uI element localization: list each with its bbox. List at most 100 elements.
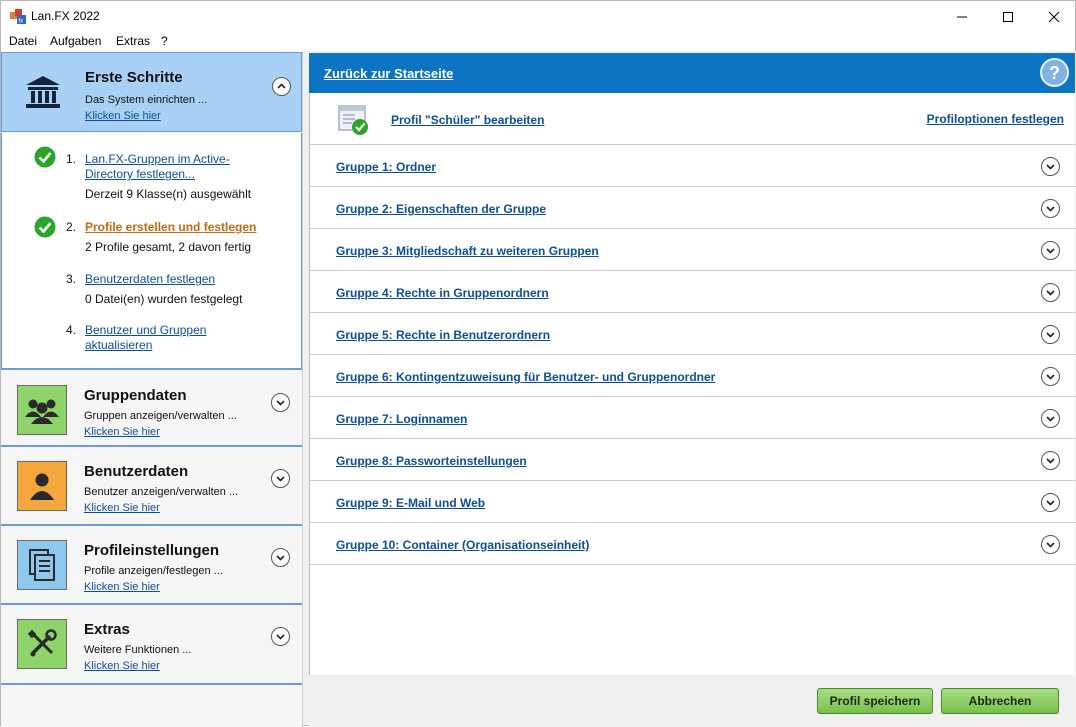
expand-button[interactable] (1041, 451, 1060, 470)
navigation-panel: Erste Schritte Das System einrichten ...… (1, 51, 303, 727)
menu-datei[interactable]: Datei (9, 34, 37, 48)
section-title: Profileinstellungen (84, 542, 220, 559)
profile-document-check-icon (338, 105, 368, 135)
step-link-gruppen-line2[interactable]: Directory festlegen... (85, 167, 195, 182)
expand-button[interactable] (1041, 493, 1060, 512)
expand-button[interactable] (1041, 325, 1060, 344)
group-link[interactable]: Gruppe 10: Container (Organisationseinhe… (336, 538, 589, 552)
profile-row: Profil "Schüler" bearbeiten Profiloption… (310, 93, 1076, 145)
svg-text:fx: fx (19, 19, 24, 25)
menu-aufgaben[interactable]: Aufgaben (50, 34, 101, 48)
group-link[interactable]: Gruppe 9: E-Mail und Web (336, 496, 485, 510)
user-icon (17, 461, 67, 511)
chevron-up-icon (277, 83, 286, 89)
group-link[interactable]: Gruppe 1: Ordner (336, 160, 436, 174)
group-row[interactable]: Gruppe 9: E-Mail und Web (310, 481, 1076, 523)
maximize-icon (1003, 11, 1013, 22)
step-info: 0 Datei(en) wurden festgelegt (85, 292, 243, 306)
menu-extras[interactable]: Extras (116, 34, 150, 48)
expand-button[interactable] (271, 393, 290, 412)
group-row[interactable]: Gruppe 10: Container (Organisationseinhe… (310, 523, 1076, 565)
chevron-down-icon (1046, 290, 1055, 296)
group-link[interactable]: Gruppe 8: Passworteinstellungen (336, 454, 527, 468)
group-row[interactable]: Gruppe 6: Kontingentzuweisung für Benutz… (310, 355, 1076, 397)
step-number: 2. (66, 220, 77, 234)
group-row[interactable]: Gruppe 2: Eigenschaften der Gruppe (310, 187, 1076, 229)
chevron-down-icon (1046, 248, 1055, 254)
section-link[interactable]: Klicken Sie hier (84, 426, 160, 438)
expand-button[interactable] (271, 627, 290, 646)
section-link[interactable]: Klicken Sie hier (84, 581, 160, 593)
title-bar: fx Lan.FX 2022 (1, 1, 1075, 32)
section-extras[interactable]: Extras Weitere Funktionen ... Klicken Si… (1, 605, 302, 685)
expand-button[interactable] (1041, 409, 1060, 428)
back-to-start-link[interactable]: Zurück zur Startseite (324, 66, 453, 81)
group-link[interactable]: Gruppe 7: Loginnamen (336, 412, 467, 426)
group-link[interactable]: Gruppe 5: Rechte in Benutzerordnern (336, 328, 550, 342)
profile-options-link[interactable]: Profiloptionen festlegen (927, 112, 1064, 126)
step-link-aktualisieren-line2[interactable]: aktualisieren (85, 338, 152, 353)
section-subtitle: Das System einrichten ... (85, 94, 208, 106)
content-panel: Zurück zur Startseite ? Profil "Schüler"… (309, 51, 1076, 727)
section-title: Benutzerdaten (84, 463, 189, 480)
step-link-aktualisieren[interactable]: Benutzer und Gruppen (85, 323, 206, 338)
group-link[interactable]: Gruppe 2: Eigenschaften der Gruppe (336, 202, 546, 216)
chevron-down-icon (1046, 416, 1055, 422)
chevron-down-icon (276, 400, 285, 406)
content-header: Zurück zur Startseite ? (309, 53, 1075, 93)
expand-button[interactable] (1041, 367, 1060, 386)
group-row[interactable]: Gruppe 8: Passworteinstellungen (310, 439, 1076, 481)
profile-content: Profil "Schüler" bearbeiten Profiloption… (309, 93, 1076, 675)
save-profile-button[interactable]: Profil speichern (817, 688, 933, 714)
expand-button[interactable] (1041, 157, 1060, 176)
close-icon (1048, 11, 1060, 22)
chevron-down-icon (1046, 164, 1055, 170)
group-link[interactable]: Gruppe 3: Mitgliedschaft zu weiteren Gru… (336, 244, 599, 258)
section-gruppendaten[interactable]: Gruppendaten Gruppen anzeigen/verwalten … (1, 371, 302, 447)
step-link-benutzerdaten[interactable]: Benutzerdaten festlegen (85, 272, 215, 287)
expand-button[interactable] (1041, 241, 1060, 260)
group-link[interactable]: Gruppe 4: Rechte in Gruppenordnern (336, 286, 549, 300)
section-profileinstellungen[interactable]: Profileinstellungen Profile anzeigen/fes… (1, 526, 302, 605)
section-link[interactable]: Klicken Sie hier (84, 660, 160, 672)
step-info: 2 Profile gesamt, 2 davon fertig (85, 240, 252, 254)
chevron-down-icon (1046, 332, 1055, 338)
step-link-profile[interactable]: Profile erstellen und festlegen (85, 220, 256, 235)
step-number: 1. (66, 152, 77, 166)
expand-button[interactable] (271, 548, 290, 567)
group-row[interactable]: Gruppe 3: Mitgliedschaft zu weiteren Gru… (310, 229, 1076, 271)
section-link[interactable]: Klicken Sie hier (85, 110, 161, 122)
bank-icon (18, 67, 68, 117)
step-link-gruppen[interactable]: Lan.FX-Gruppen im Active- (85, 152, 230, 167)
expand-button[interactable] (1041, 199, 1060, 218)
group-row[interactable]: Gruppe 4: Rechte in Gruppenordnern (310, 271, 1076, 313)
cancel-button[interactable]: Abbrechen (941, 688, 1059, 714)
edit-profile-link[interactable]: Profil "Schüler" bearbeiten (391, 113, 544, 127)
check-icon (34, 216, 56, 238)
section-erste-schritte[interactable]: Erste Schritte Das System einrichten ...… (1, 52, 302, 132)
menu-help[interactable]: ? (161, 34, 168, 48)
expand-button[interactable] (271, 469, 290, 488)
app-logo-icon: fx (10, 9, 26, 24)
group-link[interactable]: Gruppe 6: Kontingentzuweisung für Benutz… (336, 370, 715, 384)
section-link[interactable]: Klicken Sie hier (84, 502, 160, 514)
maximize-button[interactable] (985, 1, 1031, 32)
expand-button[interactable] (1041, 283, 1060, 302)
collapse-button[interactable] (272, 77, 291, 96)
users-icon (17, 385, 67, 435)
minimize-button[interactable] (939, 1, 985, 32)
group-row[interactable]: Gruppe 1: Ordner (310, 145, 1076, 187)
chevron-down-icon (1046, 500, 1055, 506)
section-subtitle: Weitere Funktionen ... (84, 644, 192, 656)
chevron-down-icon (276, 476, 285, 482)
menu-bar: Datei Aufgaben Extras ? (1, 32, 1075, 51)
group-row[interactable]: Gruppe 5: Rechte in Benutzerordnern (310, 313, 1076, 355)
group-row[interactable]: Gruppe 7: Loginnamen (310, 397, 1076, 439)
help-icon[interactable]: ? (1040, 58, 1069, 87)
expand-button[interactable] (1041, 535, 1060, 554)
chevron-down-icon (1046, 206, 1055, 212)
section-benutzerdaten[interactable]: Benutzerdaten Benutzer anzeigen/verwalte… (1, 447, 302, 526)
section-title: Gruppendaten (84, 387, 187, 404)
step-number: 4. (66, 323, 77, 337)
close-button[interactable] (1031, 1, 1076, 32)
